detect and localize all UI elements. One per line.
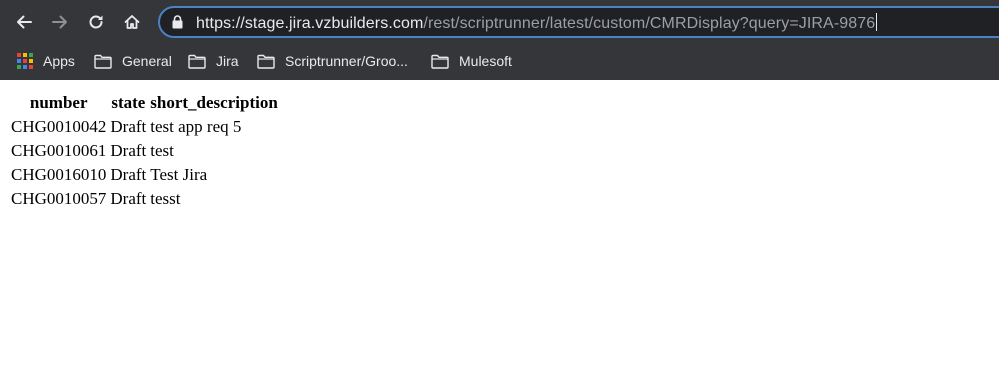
cell-short-description: test <box>150 141 174 160</box>
column-header-number: number <box>29 93 88 112</box>
arrow-right-icon <box>52 15 67 29</box>
folder-icon <box>431 54 449 69</box>
cell-state: Draft <box>110 141 147 160</box>
cell-number: CHG0010057 <box>11 189 107 208</box>
reload-button[interactable] <box>82 8 110 36</box>
cell-number: CHG0010061 <box>11 141 107 160</box>
bookmark-folder-scriptrunner[interactable]: Scriptrunner/Groo... <box>257 51 408 71</box>
column-header-state: state <box>111 93 146 112</box>
folder-icon <box>94 54 112 69</box>
apps-grid-icon <box>17 53 33 69</box>
url-host: https://stage.jira.vzbuilders.com <box>196 15 424 32</box>
table-row: CHG0010042 Draft test app req 5 <box>10 116 279 138</box>
cell-short-description: tesst <box>150 189 181 208</box>
browser-toolbar: https://stage.jira.vzbuilders.com/rest/s… <box>0 0 999 44</box>
table-row: CHG0016010 Draft Test Jira <box>10 164 279 186</box>
cell-state: Draft <box>110 189 147 208</box>
bookmarks-bar: Apps General Jira Scriptrunner/Groo... M… <box>0 44 999 78</box>
bookmark-label: Scriptrunner/Groo... <box>285 53 408 69</box>
folder-icon <box>257 54 275 69</box>
url-path: /rest/scriptrunner/latest/custom/CMRDisp… <box>423 15 876 32</box>
back-button[interactable] <box>10 8 38 36</box>
bookmark-label: General <box>122 53 172 69</box>
home-button[interactable] <box>118 8 146 36</box>
bookmark-label: Mulesoft <box>459 53 512 69</box>
text-cursor <box>876 13 878 31</box>
bookmark-label: Jira <box>216 53 239 69</box>
address-bar[interactable]: https://stage.jira.vzbuilders.com/rest/s… <box>158 6 999 38</box>
arrow-left-icon <box>17 15 32 29</box>
folder-icon <box>188 54 206 69</box>
bookmark-folder-mulesoft[interactable]: Mulesoft <box>431 51 512 71</box>
home-icon <box>124 15 140 29</box>
cell-number: CHG0010042 <box>11 117 107 136</box>
cell-number: CHG0016010 <box>11 165 107 184</box>
bookmark-folder-jira[interactable]: Jira <box>188 51 239 71</box>
url-text[interactable]: https://stage.jira.vzbuilders.com/rest/s… <box>196 13 878 33</box>
reload-icon <box>89 15 103 29</box>
column-header-short-description: short_description <box>150 93 278 112</box>
table-row: CHG0010057 Draft tesst <box>10 188 279 210</box>
cell-short-description: Test Jira <box>150 165 208 184</box>
cell-state: Draft <box>110 165 147 184</box>
cell-state: Draft <box>110 117 147 136</box>
table-row: CHG0010061 Draft test <box>10 140 279 162</box>
lock-icon <box>172 15 183 29</box>
cell-short-description: test app req 5 <box>150 117 242 136</box>
page-content: number state short_description CHG001004… <box>0 80 281 212</box>
table-header-row: number state short_description <box>10 92 279 114</box>
forward-button[interactable] <box>46 8 74 36</box>
bookmark-apps[interactable]: Apps <box>17 51 75 71</box>
browser-chrome: https://stage.jira.vzbuilders.com/rest/s… <box>0 0 999 80</box>
bookmark-folder-general[interactable]: General <box>94 51 172 71</box>
change-request-table: number state short_description CHG001004… <box>8 90 281 212</box>
bookmark-label: Apps <box>43 53 75 69</box>
